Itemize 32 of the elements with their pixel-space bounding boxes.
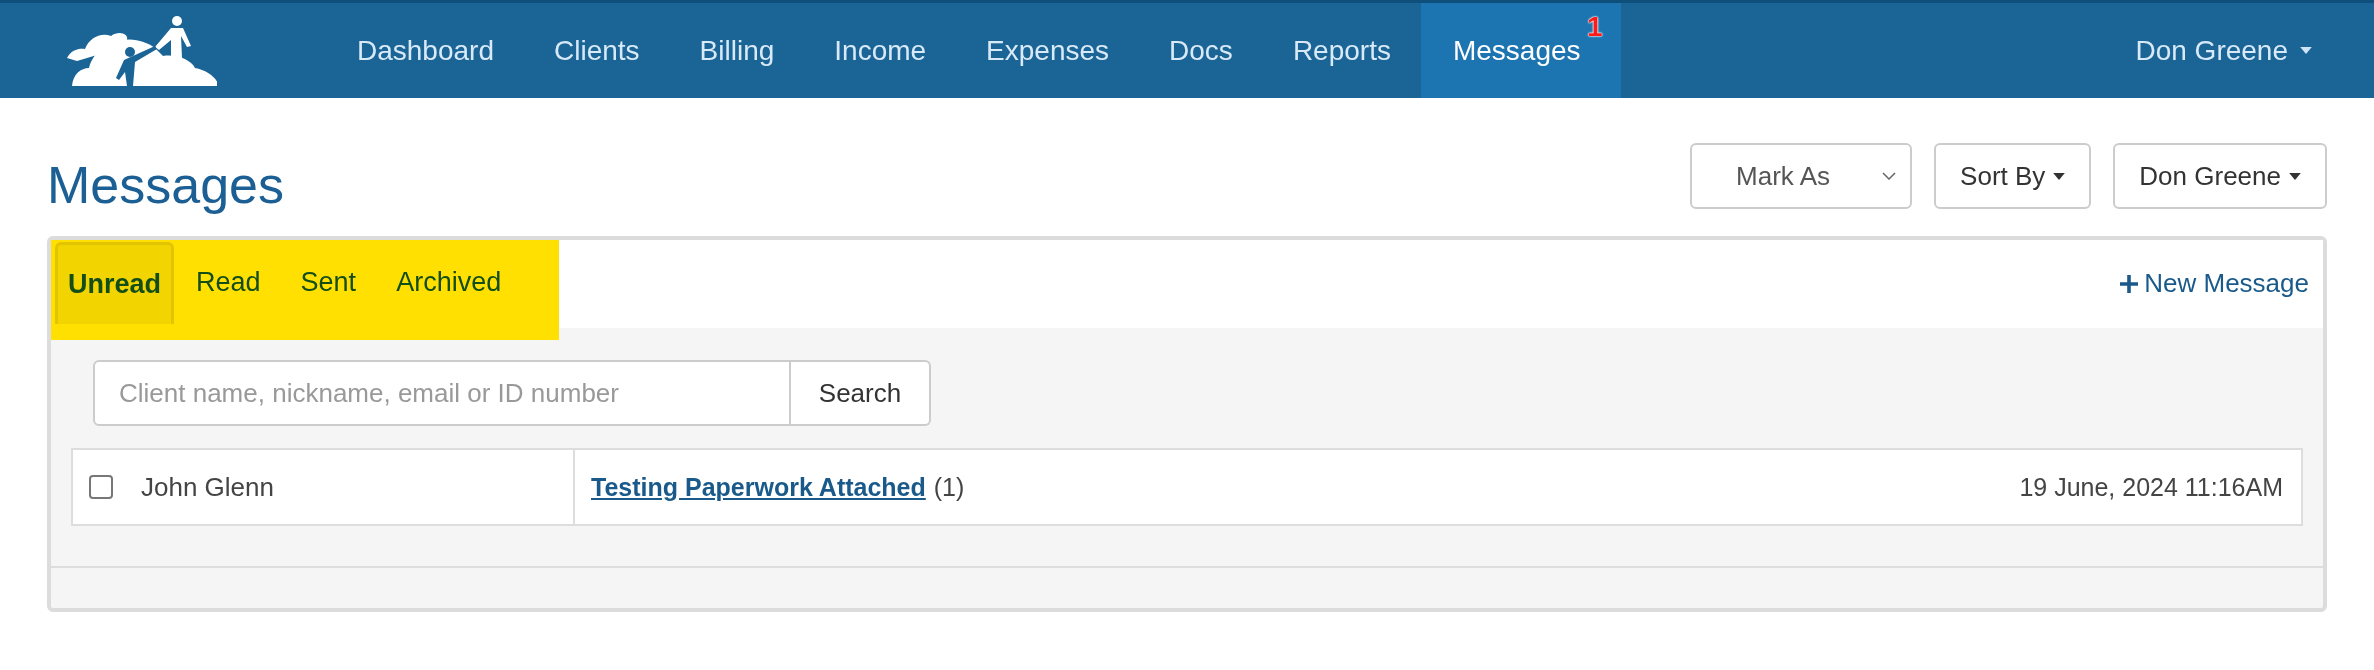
nav-item[interactable]: Billing: [669, 3, 805, 98]
message-date: 19 June, 2024 11:16AM: [2019, 472, 2283, 502]
unread-count-label: 1: [1586, 11, 1603, 43]
caret-icon: [2289, 172, 2301, 180]
sort-by-button[interactable]: Sort By: [1934, 143, 2092, 209]
caret-icon: [2300, 47, 2312, 54]
tab[interactable]: Archived: [378, 240, 520, 324]
nav-item[interactable]: Reports: [1262, 3, 1421, 98]
logo-icon[interactable]: [67, 15, 217, 86]
nav-item[interactable]: Expenses: [956, 3, 1140, 98]
nav-item[interactable]: Dashboard: [357, 3, 524, 98]
tab[interactable]: Unread: [55, 242, 175, 324]
nav-item[interactable]: Income: [804, 3, 957, 98]
chevron-down-icon: [1882, 172, 1897, 180]
tab[interactable]: Sent: [282, 240, 375, 324]
search-field[interactable]: Client name, nickname, email or ID number: [93, 360, 791, 426]
tab[interactable]: Read: [178, 240, 279, 324]
mark-as-select[interactable]: Mark As: [1690, 143, 1913, 209]
owner-button[interactable]: Don Greene: [2113, 143, 2327, 209]
caret-icon: [2053, 172, 2066, 180]
nav-item[interactable]: Docs: [1139, 3, 1263, 98]
new-message-link[interactable]: New Message: [2120, 268, 2309, 299]
plus-icon: [2120, 274, 2139, 293]
row-checkbox[interactable]: [89, 475, 113, 499]
nav-item[interactable]: Clients: [524, 3, 670, 98]
page-title: Messages: [47, 155, 284, 215]
client-name: John Glenn: [141, 471, 274, 503]
user-menu[interactable]: Don Greene: [2129, 3, 2318, 98]
message-subject-link[interactable]: Testing Paperwork Attached: [591, 472, 926, 502]
nav-item[interactable]: Messages 1: [1420, 3, 1621, 98]
message-count: (1): [933, 472, 965, 502]
search-button[interactable]: Search: [791, 360, 931, 426]
